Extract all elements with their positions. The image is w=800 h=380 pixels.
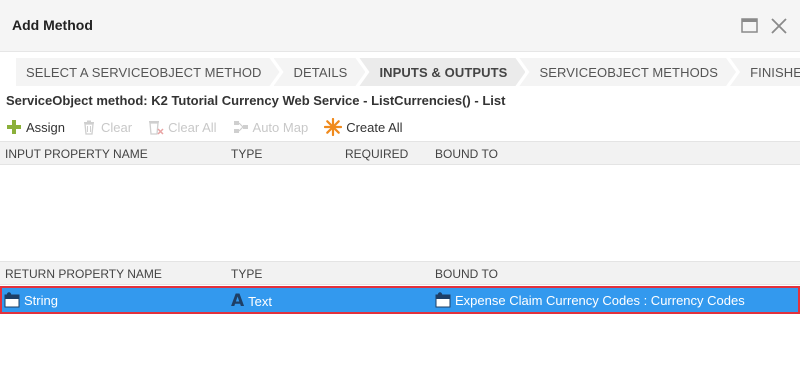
clear-label: Clear	[101, 119, 133, 135]
create-all-button[interactable]: Create All	[324, 118, 403, 136]
return-property-name: String	[24, 292, 58, 308]
column-header-type[interactable]: TYPE	[231, 267, 262, 281]
property-icon	[435, 292, 451, 308]
column-header-return-property-name[interactable]: RETURN PROPERTY NAME	[5, 267, 162, 281]
wizard-steps: SELECT A SERVICEOBJECT METHOD DETAILS IN…	[16, 58, 800, 86]
wizard-step-inputs-outputs[interactable]: INPUTS & OUTPUTS	[359, 58, 525, 86]
wizard-step-finished[interactable]: FINISHED	[730, 58, 800, 86]
text-type-icon: A	[231, 291, 245, 311]
assign-button[interactable]: Assign	[6, 119, 65, 135]
plus-icon	[7, 120, 21, 134]
assign-label: Assign	[26, 119, 66, 135]
serviceobject-method-label: ServiceObject method: K2 Tutorial Curren…	[6, 93, 506, 108]
returns-table-header: RETURN PROPERTY NAME TYPE BOUND TO	[0, 261, 800, 285]
return-property-type-cell: A Text	[231, 292, 272, 310]
column-header-bound-to[interactable]: BOUND TO	[435, 147, 498, 161]
maximize-button[interactable]	[740, 16, 760, 36]
property-icon	[4, 292, 20, 308]
column-header-bound-to[interactable]: BOUND TO	[435, 267, 498, 281]
return-bound-to: Expense Claim Currency Codes : Currency …	[455, 292, 745, 308]
starburst-icon	[324, 118, 343, 136]
dialog-title-bar: Add Method	[0, 0, 800, 52]
clear-all-icon	[149, 121, 164, 135]
close-button[interactable]	[769, 16, 789, 36]
column-header-input-property-name[interactable]: INPUT PROPERTY NAME	[5, 147, 148, 161]
inputs-table-body	[0, 165, 800, 261]
clear-all-button[interactable]: Clear All	[148, 119, 217, 135]
return-property-name-cell: String	[4, 292, 58, 308]
clear-button[interactable]: Clear	[81, 119, 132, 135]
maximize-icon	[741, 18, 758, 33]
return-bound-to-cell: Expense Claim Currency Codes : Currency …	[435, 292, 745, 308]
auto-map-icon	[233, 121, 248, 133]
inputs-table-header: INPUT PROPERTY NAME TYPE REQUIRED BOUND …	[0, 141, 800, 165]
column-header-required[interactable]: REQUIRED	[345, 147, 408, 161]
toolbar: Assign Clear Clear All Auto Map Create A…	[0, 114, 800, 140]
auto-map-button[interactable]: Auto Map	[233, 119, 309, 135]
close-icon	[771, 18, 787, 34]
wizard-step-select-method[interactable]: SELECT A SERVICEOBJECT METHOD	[16, 58, 280, 86]
column-header-type[interactable]: TYPE	[231, 147, 262, 161]
create-all-label: Create All	[346, 119, 403, 135]
clear-all-label: Clear All	[168, 119, 217, 135]
return-property-type: Text	[248, 293, 273, 309]
auto-map-label: Auto Map	[252, 119, 309, 135]
wizard-step-serviceobject-methods[interactable]: SERVICEOBJECT METHODS	[519, 58, 736, 86]
wizard-step-details[interactable]: DETAILS	[274, 58, 366, 86]
table-row[interactable]: String A Text Expense Claim Currency Cod…	[0, 286, 800, 314]
dialog-title: Add Method	[12, 17, 93, 33]
trash-icon	[84, 120, 95, 135]
